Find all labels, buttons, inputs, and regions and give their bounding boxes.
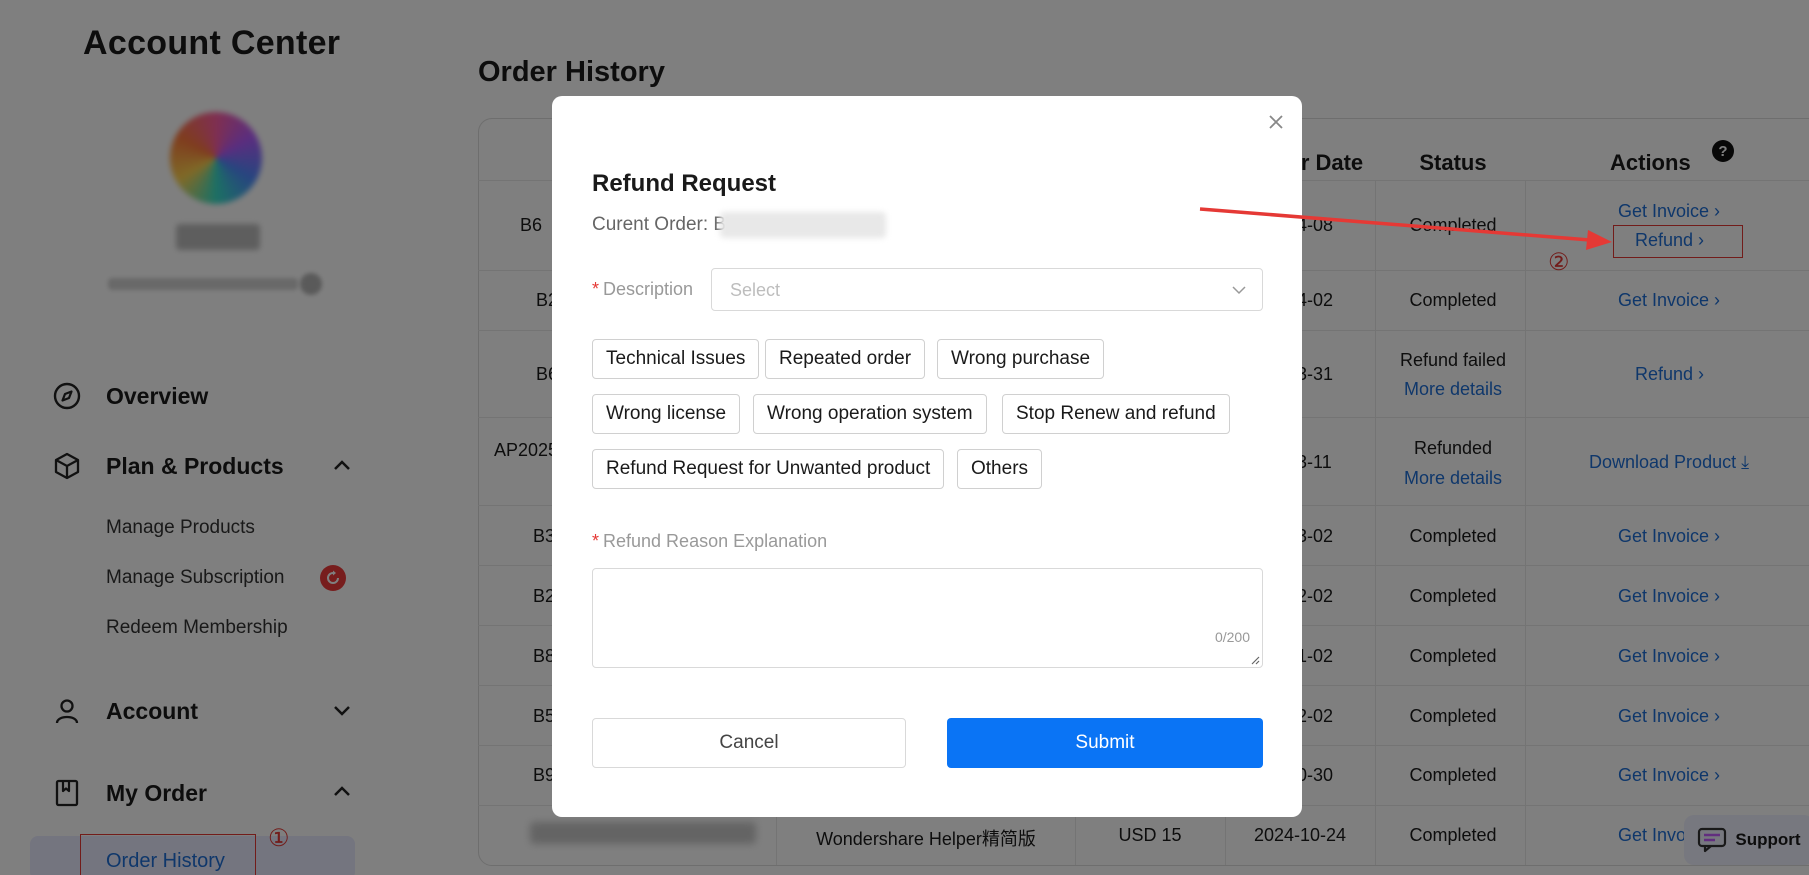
dialog-title: Refund Request xyxy=(592,170,777,197)
refund-reason-label: * Refund Reason Explanation xyxy=(592,531,828,551)
close-icon[interactable] xyxy=(1264,110,1288,134)
character-counter: 0/200 xyxy=(1214,629,1250,645)
reason-tag-stop-renew-and-refund[interactable]: Stop Renew and refund xyxy=(1002,394,1230,434)
refund-reason-textarea[interactable]: 0/200 xyxy=(592,568,1263,668)
required-marker: * xyxy=(592,531,600,551)
reason-tag-technical-issues[interactable]: Technical Issues xyxy=(592,339,760,379)
order-number-blurred xyxy=(720,212,886,238)
reason-tag-repeated-order[interactable]: Repeated order xyxy=(765,339,926,379)
reason-tag-unwanted-product[interactable]: Refund Request for Unwanted product xyxy=(592,449,945,489)
description-select[interactable]: Select xyxy=(711,268,1263,311)
submit-button[interactable]: Submit xyxy=(947,718,1263,768)
resize-handle-icon[interactable] xyxy=(1250,655,1260,665)
reason-tag-others[interactable]: Others xyxy=(957,449,1043,489)
chevron-down-icon xyxy=(1232,286,1246,295)
reason-tag-wrong-license[interactable]: Wrong license xyxy=(592,394,741,434)
description-label: * Description xyxy=(592,279,694,299)
reason-tag-wrong-operation-system[interactable]: Wrong operation system xyxy=(753,394,987,434)
required-marker: * xyxy=(592,279,600,299)
reason-tag-wrong-purchase[interactable]: Wrong purchase xyxy=(937,339,1105,379)
description-placeholder: Select xyxy=(730,280,781,300)
current-order-label: Curent Order: B xyxy=(592,214,727,235)
cancel-button[interactable]: Cancel xyxy=(592,718,906,768)
refund-request-dialog: Refund Request Curent Order: B * Descript… xyxy=(552,96,1302,817)
